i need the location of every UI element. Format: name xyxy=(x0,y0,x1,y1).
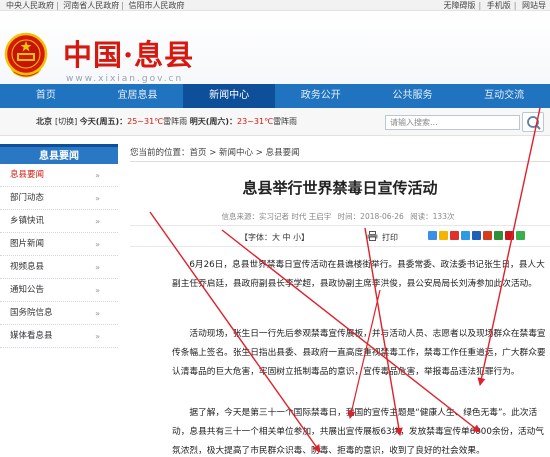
chevron-right-icon: » xyxy=(95,194,100,203)
main-content: 您当前的位置：首页 > 新闻中心 > 息县要闻 息县举行世界禁毒日宣传活动 信息… xyxy=(130,144,550,457)
article-title: 息县举行世界禁毒日宣传活动 xyxy=(242,179,438,197)
chevron-right-icon: » xyxy=(95,332,100,341)
sidebar-item-video[interactable]: 视频息县» xyxy=(0,256,118,279)
share-douban-icon[interactable] xyxy=(494,231,503,240)
today-temp: 25~31℃ xyxy=(127,117,164,126)
today-label: 今天(周五)： xyxy=(79,117,128,126)
link-xinyang-gov[interactable]: 信阳市人民政府 xyxy=(129,1,185,10)
sidebar-heading: 息县要闻 xyxy=(0,144,118,164)
tomorrow-temp: 23~31℃ xyxy=(237,117,274,126)
nav-livable[interactable]: 宜居息县 xyxy=(92,84,184,108)
link-henan-gov[interactable]: 河南省人民政府 xyxy=(63,1,119,10)
link-accessible[interactable]: 无障碍版 xyxy=(444,1,476,10)
font-size-large[interactable]: 大 xyxy=(272,233,280,242)
tomorrow-desc: 雷阵雨 xyxy=(273,117,298,126)
sidebar-item-state-council[interactable]: 国务院信息» xyxy=(0,302,118,325)
share-kaixin-icon[interactable] xyxy=(483,231,492,240)
share-tencent-icon[interactable] xyxy=(461,231,470,240)
chevron-right-icon: » xyxy=(95,309,100,318)
chevron-right-icon: » xyxy=(95,286,100,295)
sidebar-item-township-news[interactable]: 乡镇快讯» xyxy=(0,210,118,233)
nav-interaction[interactable]: 互动交流 xyxy=(458,84,550,108)
site-url: www.xixian.gov.cn xyxy=(66,74,184,84)
nav-home[interactable]: 首页 xyxy=(0,84,92,108)
top-links-bar: 中央人民政府 | 河南省人民政府 | 信阳市人民政府 无障碍版 | 手机版 | 网站导 xyxy=(0,0,550,11)
site-banner: 中国·息县 www.xixian.gov.cn xyxy=(0,11,550,84)
search-input[interactable]: 请输入搜索... xyxy=(385,115,520,130)
tomorrow-label: 明天(周六)： xyxy=(189,117,238,126)
share-people-icon[interactable] xyxy=(505,231,514,240)
site-title: 中国·息县 xyxy=(63,38,195,72)
share-wechat-icon[interactable] xyxy=(516,231,525,240)
nav-gov-affairs[interactable]: 政务公开 xyxy=(275,84,367,108)
share-weibo-icon[interactable] xyxy=(450,231,459,240)
nav-news[interactable]: 新闻中心 xyxy=(183,84,275,108)
chevron-right-icon: » xyxy=(95,263,100,272)
share-renren-icon[interactable] xyxy=(472,231,481,240)
sidebar: 息县要闻 息县要闻» 部门动态» 乡镇快讯» 图片新闻» 视频息县» 通知公告»… xyxy=(0,144,118,457)
today-desc: 雷阵雨 xyxy=(163,117,188,126)
print-button[interactable]: 打印 xyxy=(382,232,398,243)
article-toolbar: 【字体：大 中 小】 打印 xyxy=(130,225,550,247)
gov-links: 中央人民政府 | 河南省人民政府 | 信阳市人民政府 xyxy=(6,1,185,10)
chevron-right-icon: » xyxy=(95,240,100,249)
link-central-gov[interactable]: 中央人民政府 xyxy=(6,1,54,10)
breadcrumb-prefix: 您当前的位置： xyxy=(130,148,190,158)
breadcrumb-path[interactable]: 首页 > 新闻中心 > 息县要闻 xyxy=(190,148,300,158)
article-views: 阅读：133次 xyxy=(410,212,455,221)
article-source: 信息来源：实习记者 时代 王启宇 xyxy=(221,212,332,221)
access-links: 无障碍版 | 手机版 | 网站导 xyxy=(443,1,547,10)
main-nav: 首页 宜居息县 新闻中心 政务公开 公共服务 互动交流 xyxy=(0,84,550,108)
article-paragraph-2: 活动现场，张生日一行先后参观禁毒宣传展板，并与活动人员、志愿者以及现场群众在禁毒… xyxy=(172,329,546,377)
article-meta: 信息来源：实习记者 时代 王启宇 时间：2018-06-26 阅读：133次 xyxy=(130,211,550,222)
sidebar-item-notices[interactable]: 通知公告» xyxy=(0,279,118,302)
article-date: 时间：2018-06-26 xyxy=(337,212,404,221)
font-size-medium[interactable]: 中 xyxy=(283,233,291,242)
article-paragraph-1: 6月26日，息县世界禁毒日宣传活动在县谯楼街举行。县委常委、政法委书记张生日，县… xyxy=(172,260,545,289)
city-switch-link[interactable]: [切换] xyxy=(55,117,77,126)
weather-city: 北京 xyxy=(36,117,52,126)
info-bar: 北京 [切换] 今天(周五)：25~31℃雷阵雨 明天(周六)：23~31℃雷阵雨… xyxy=(0,108,550,136)
search-icon xyxy=(527,116,541,130)
breadcrumb: 您当前的位置：首页 > 新闻中心 > 息县要闻 xyxy=(130,146,550,162)
share-buttons xyxy=(428,231,527,240)
sidebar-item-dept-news[interactable]: 部门动态» xyxy=(0,187,118,210)
chevron-right-icon: » xyxy=(95,217,100,226)
link-mobile[interactable]: 手机版 xyxy=(487,1,511,10)
chevron-right-icon: » xyxy=(95,171,100,180)
national-emblem-icon xyxy=(4,32,48,78)
nav-public-service[interactable]: 公共服务 xyxy=(367,84,459,108)
link-sitemap[interactable]: 网站导 xyxy=(522,1,546,10)
share-add-icon[interactable] xyxy=(428,231,437,240)
sidebar-item-media[interactable]: 媒体看息县» xyxy=(0,325,118,348)
sidebar-item-xixian-news[interactable]: 息县要闻» xyxy=(0,164,118,187)
article-paragraph-3: 据了解，今天是第三十一个国际禁毒日，我国的宣传主题是“健康人生、绿色无毒”。此次… xyxy=(172,408,544,456)
weather-widget: 北京 [切换] 今天(周五)：25~31℃雷阵雨 明天(周六)：23~31℃雷阵雨 xyxy=(36,116,297,127)
search-button[interactable] xyxy=(522,112,544,132)
sidebar-item-photo-news[interactable]: 图片新闻» xyxy=(0,233,118,256)
font-size-small[interactable]: 小 xyxy=(293,233,301,242)
share-qzone-icon[interactable] xyxy=(439,231,448,240)
font-size-control: 【字体：大 中 小】 xyxy=(240,233,310,242)
printer-icon[interactable] xyxy=(367,231,378,241)
